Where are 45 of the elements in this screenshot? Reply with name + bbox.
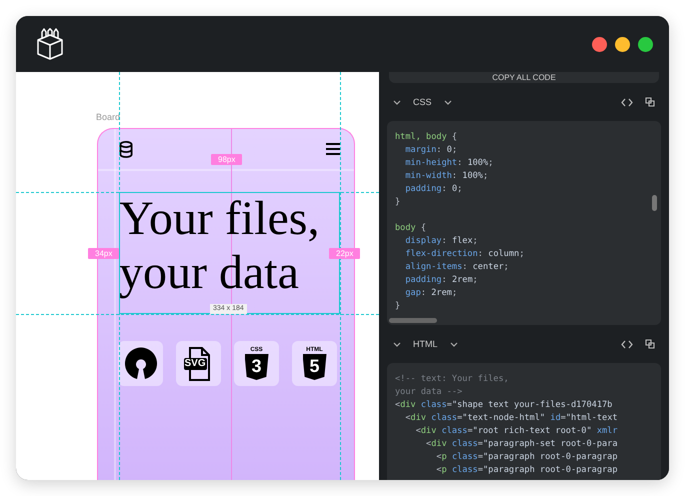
chevron-icon[interactable] [393,342,401,346]
code-line: html, body { [395,131,458,144]
copy-all-code-button[interactable]: COPY ALL CODE [389,72,659,83]
menu-icon[interactable] [326,143,341,155]
code-line: padding: 2rem; [404,274,479,287]
code-line: <div class="text-node-html" id="html-text [404,412,619,425]
measurement-label: 34px [88,248,120,259]
code-icon[interactable] [621,98,633,106]
database-icon [119,140,133,158]
section-title: HTML [413,339,438,349]
window-control[interactable] [638,36,653,52]
code-line: <p class="paragraph root-0-paragrap [435,464,619,477]
chevron-icon[interactable] [393,100,401,104]
code-line: <div class="paragraph-set root-0-para [425,438,619,451]
code-line: margin: 0; [404,144,458,157]
copy-icon[interactable] [645,339,655,349]
scrollbar-thumb[interactable] [389,318,437,323]
scrollbar-thumb[interactable] [652,195,657,211]
code-line: gap: 2rem; [404,287,458,300]
code-line: align-items: center; [404,261,510,274]
window-control[interactable] [615,36,630,52]
code-line: body { [395,222,428,235]
code-icon[interactable] [621,340,633,348]
code-line: display: flex; [404,235,479,248]
measurement-label: 98px [211,154,242,165]
section-title: CSS [413,97,432,107]
code-line: padding: 0; [404,183,464,196]
open-source-icon [124,346,158,380]
code-line: <div class="shape text your-files-d170417b [395,399,614,412]
dropdown-caret-icon[interactable] [450,342,458,346]
code-line: min-height: 100%; [404,157,494,170]
code-line: } [395,300,402,313]
window-control[interactable] [592,36,607,52]
copy-icon[interactable] [645,97,655,107]
board-label: Board [96,112,120,122]
code-line: <p class="paragraph root-0-paragrap [435,451,619,464]
code-line: <div class="root rich-text root-0" xmlr [414,425,619,438]
code-line: <!-- text: Your files, [395,373,510,386]
pencil-box-logo-icon [36,28,64,60]
code-line: min-width: 100%; [404,170,490,183]
code-line: flex-direction: column; [404,248,526,261]
code-line: } [395,196,402,209]
measurement-label: 22px [329,248,360,259]
code-line: your data --> [395,386,464,399]
dropdown-caret-icon[interactable] [444,100,452,104]
